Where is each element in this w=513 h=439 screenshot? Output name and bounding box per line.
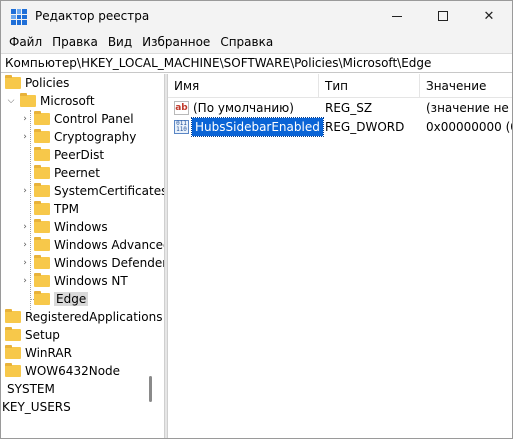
- menu-file[interactable]: Файл: [4, 32, 47, 52]
- folder-icon: [34, 201, 50, 215]
- folder-icon: [5, 345, 21, 359]
- menu-view[interactable]: Вид: [103, 32, 137, 52]
- folder-icon: [34, 219, 50, 233]
- tree-item-peerdist[interactable]: PeerDist: [34, 146, 104, 164]
- chevron-right-icon[interactable]: ›: [19, 257, 31, 269]
- chevron-right-icon[interactable]: ›: [19, 131, 31, 143]
- folder-icon: [34, 183, 50, 197]
- close-button[interactable]: ✕: [466, 1, 512, 31]
- tree-item-tpm[interactable]: TPM: [34, 200, 79, 218]
- folder-icon: [34, 237, 50, 251]
- menu-favorites[interactable]: Избранное: [137, 32, 215, 52]
- window-title: Редактор реестра: [35, 9, 150, 23]
- folder-icon: [34, 129, 50, 143]
- tree-item-setup[interactable]: Setup: [5, 326, 60, 344]
- chevron-right-icon[interactable]: ›: [19, 239, 31, 251]
- chevron-right-icon[interactable]: ›: [19, 113, 31, 125]
- title-bar[interactable]: Редактор реестра ✕: [1, 1, 512, 31]
- tree-item-control-panel[interactable]: › Control Panel: [19, 110, 134, 128]
- tree-item-wow6432node[interactable]: WOW6432Node: [5, 362, 120, 380]
- chevron-down-icon[interactable]: ⌵: [5, 95, 17, 107]
- value-data: 0x00000000 (0): [426, 120, 512, 134]
- column-header-type[interactable]: Тип: [319, 74, 420, 98]
- folder-icon: [34, 165, 50, 179]
- tree-item-system[interactable]: SYSTEM: [7, 380, 55, 398]
- tree-scrollbar-thumb[interactable]: [149, 376, 152, 402]
- folder-icon: [34, 111, 50, 125]
- chevron-right-icon[interactable]: ›: [19, 221, 31, 233]
- tree-item-windows-defender[interactable]: › Windows Defender: [19, 254, 164, 272]
- menu-edit[interactable]: Правка: [47, 32, 103, 52]
- value-name-cell: 011 110 HubsSidebarEnabled: [174, 117, 324, 137]
- value-name-cell: ab (По умолчанию): [174, 99, 294, 117]
- folder-icon: [34, 273, 50, 287]
- column-header-name[interactable]: Имя: [168, 74, 319, 98]
- minimize-icon: [392, 15, 402, 17]
- tree-item-windows-advanced[interactable]: › Windows Advanced Threat Protection: [19, 236, 164, 254]
- list-header: Имя Тип Значение: [168, 74, 512, 98]
- key-tree: Policies ⌵ Microsoft › Control Panel › C…: [1, 74, 164, 438]
- maximize-icon: [438, 11, 448, 21]
- tree-item-microsoft[interactable]: ⌵ Microsoft: [5, 92, 95, 110]
- values-list: Имя Тип Значение ab (По умолчанию) REG_S…: [168, 74, 512, 438]
- chevron-right-icon[interactable]: ›: [19, 185, 31, 197]
- folder-icon: [34, 255, 50, 269]
- chevron-right-icon[interactable]: ›: [19, 275, 31, 287]
- tree-item-edge[interactable]: Edge: [34, 290, 89, 308]
- value-data: (значение не присвоено): [426, 101, 512, 115]
- folder-icon: [34, 291, 50, 305]
- folder-icon: [5, 75, 21, 89]
- tree-item-winrar[interactable]: WinRAR: [5, 344, 72, 362]
- folder-icon: [5, 363, 21, 377]
- menu-help[interactable]: Справка: [215, 32, 278, 52]
- folder-icon: [5, 327, 21, 341]
- value-name-selected[interactable]: HubsSidebarEnabled: [191, 117, 324, 137]
- registry-editor-window: Редактор реестра ✕ Файл Правка Вид Избра…: [0, 0, 513, 439]
- menu-bar: Файл Правка Вид Избранное Справка: [1, 31, 512, 53]
- tree-item-windows-nt[interactable]: › Windows NT: [19, 272, 128, 290]
- tree-item-peernet[interactable]: Peernet: [34, 164, 100, 182]
- value-type: REG_DWORD: [325, 120, 405, 134]
- tree-item-windows[interactable]: › Windows: [19, 218, 108, 236]
- value-name: (По умолчанию): [193, 101, 294, 115]
- tree-item-systemcertificates[interactable]: › SystemCertificates: [19, 182, 164, 200]
- string-value-icon: ab: [174, 101, 189, 115]
- close-icon: ✕: [483, 8, 495, 24]
- tree-item-cryptography[interactable]: › Cryptography: [19, 128, 136, 146]
- tree-item-hkey-users[interactable]: HKEY_USERS: [1, 398, 71, 416]
- column-header-value[interactable]: Значение: [420, 74, 512, 98]
- registry-editor-app-icon: [11, 9, 27, 25]
- minimize-button[interactable]: [374, 1, 420, 31]
- list-row-default[interactable]: ab (По умолчанию) REG_SZ (значение не пр…: [168, 99, 512, 117]
- tree-item-policies[interactable]: Policies: [5, 74, 69, 92]
- dword-value-icon: 011 110: [174, 120, 189, 134]
- tree-item-registeredapplications[interactable]: RegisteredApplications: [5, 308, 162, 326]
- folder-icon: [20, 93, 36, 107]
- address-bar[interactable]: Компьютер\HKEY_LOCAL_MACHINE\SOFTWARE\Po…: [1, 53, 512, 73]
- folder-icon: [34, 147, 50, 161]
- folder-icon: [5, 309, 21, 323]
- maximize-button[interactable]: [420, 1, 466, 31]
- list-row-hubssidebarenabled[interactable]: 011 110 HubsSidebarEnabled REG_DWORD 0x00…: [168, 117, 512, 137]
- value-type: REG_SZ: [325, 101, 373, 115]
